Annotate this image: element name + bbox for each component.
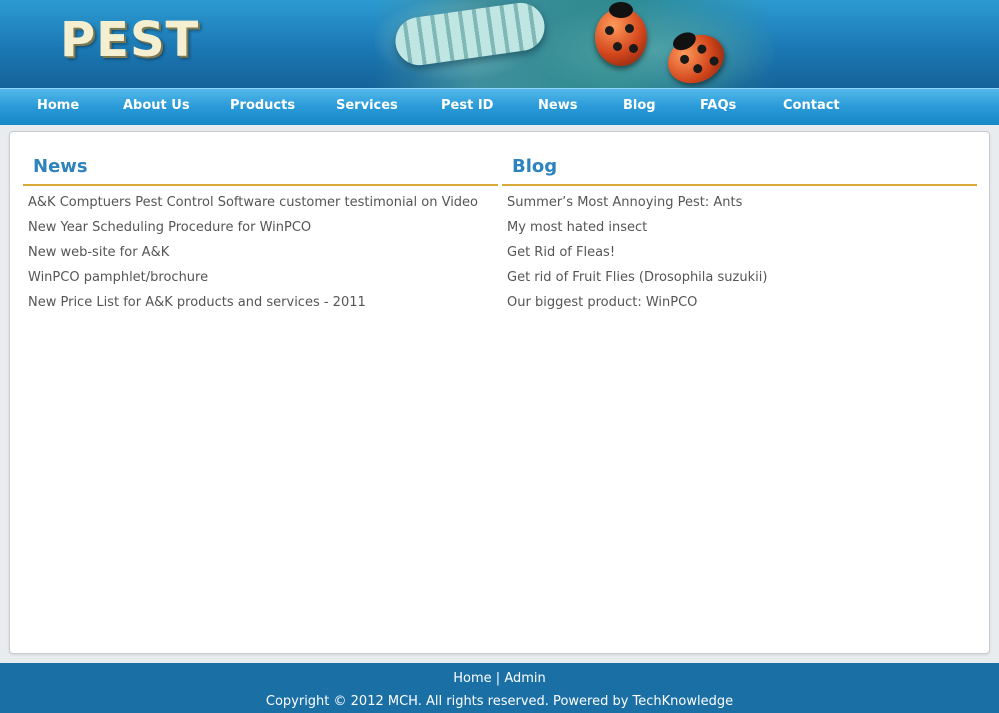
site-logo[interactable]: PEST [60,12,199,68]
blog-divider [502,184,977,186]
larva-image [392,0,548,69]
main-navigation: Home About Us Products Services Pest ID … [0,88,999,125]
news-divider [23,184,498,186]
news-item: A&K Comptuers Pest Control Software cust… [28,194,478,219]
news-item-link[interactable]: New web-site for A&K [28,245,169,260]
news-list: A&K Comptuers Pest Control Software cust… [28,194,478,319]
blog-item-link[interactable]: Summer’s Most Annoying Pest: Ants [507,195,742,210]
news-item-link[interactable]: New Year Scheduling Procedure for WinPCO [28,220,311,235]
nav-blog[interactable]: Blog [623,89,656,123]
news-item: New Price List for A&K products and serv… [28,294,478,319]
nav-pest-id[interactable]: Pest ID [441,89,493,123]
blog-item-link[interactable]: My most hated insect [507,220,647,235]
footer-admin-link[interactable]: Admin [504,671,545,686]
nav-about-us[interactable]: About Us [123,89,190,123]
footer-copyright: Copyright © 2012 MCH. All rights reserve… [265,694,734,709]
site-header: PEST [0,0,999,88]
blog-list: Summer’s Most Annoying Pest: Ants My mos… [507,194,767,319]
blog-item: Get rid of Fruit Flies (Drosophila suzuk… [507,269,767,294]
blog-item: Get Rid of Fleas! [507,244,767,269]
blog-item: Summer’s Most Annoying Pest: Ants [507,194,767,219]
news-item-link[interactable]: A&K Comptuers Pest Control Software cust… [28,195,478,210]
nav-services[interactable]: Services [336,89,398,123]
footer-links: Home | Admin [0,671,999,686]
ladybug-image [659,25,733,88]
news-heading: News [33,156,88,177]
nav-home[interactable]: Home [37,89,79,123]
nav-faqs[interactable]: FAQs [700,89,736,123]
blog-heading: Blog [512,156,558,177]
news-item: New web-site for A&K [28,244,478,269]
blog-item-link[interactable]: Get Rid of Fleas! [507,245,615,260]
news-item: New Year Scheduling Procedure for WinPCO [28,219,478,244]
nav-products[interactable]: Products [230,89,295,123]
nav-news[interactable]: News [538,89,577,123]
footer-home-link[interactable]: Home [453,671,491,686]
nav-contact[interactable]: Contact [783,89,840,123]
blog-item-link[interactable]: Get rid of Fruit Flies (Drosophila suzuk… [507,270,767,285]
footer-separator: | [495,671,501,686]
header-banner-image [375,0,775,88]
blog-item: Our biggest product: WinPCO [507,294,767,319]
site-footer: Home | Admin Copyright © 2012 MCH. All r… [0,663,999,713]
news-item-link[interactable]: WinPCO pamphlet/brochure [28,270,208,285]
blog-item-link[interactable]: Our biggest product: WinPCO [507,295,697,310]
news-item: WinPCO pamphlet/brochure [28,269,478,294]
ladybug-image [595,2,647,66]
news-item-link[interactable]: New Price List for A&K products and serv… [28,295,366,310]
blog-item: My most hated insect [507,219,767,244]
content-panel: News A&K Comptuers Pest Control Software… [9,131,990,654]
